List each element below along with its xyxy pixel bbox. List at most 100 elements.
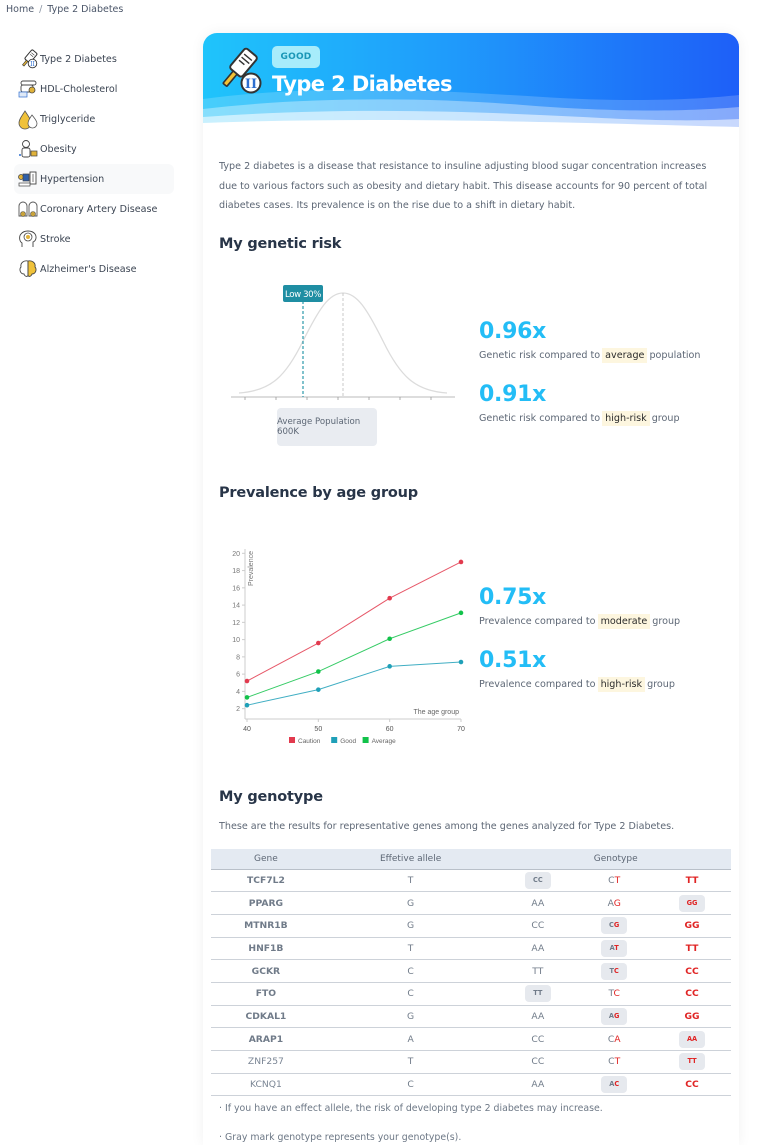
stat-highlight: average <box>602 348 648 363</box>
table-row: ARAP1 A CC CA AA <box>211 1027 731 1051</box>
genotype-heading: My genotype <box>219 789 323 805</box>
glucose-meter-icon: II <box>16 48 39 70</box>
x-tick-label: 60 <box>386 726 394 733</box>
genotype-cell: AC <box>575 1073 654 1097</box>
sidebar-item-hdl-cholesterol[interactable]: HDL-Cholesterol <box>14 74 174 104</box>
stat-value: 0.51x <box>479 648 546 673</box>
my-genotype-mark: CC <box>524 871 551 889</box>
sidebar-item-hypertension[interactable]: Hypertension <box>14 164 174 194</box>
average-population-label: Average Population 600K <box>277 408 377 446</box>
data-point-good <box>316 687 321 692</box>
stat-highlight: high-risk <box>597 677 646 692</box>
genotype-value: GG <box>684 1010 700 1022</box>
table-row: FTO C TT TC CC <box>211 982 731 1006</box>
stat-value: 0.96x <box>479 319 546 344</box>
heart-vessels-icon <box>16 198 39 220</box>
svg-text:II: II <box>30 61 35 68</box>
blood-pressure-icon <box>16 168 39 190</box>
effect-allele: G <box>320 914 501 938</box>
sidebar-item-label: HDL-Cholesterol <box>40 83 118 95</box>
x-tick-label: 40 <box>243 726 251 733</box>
genotype-cell: TT <box>500 959 576 983</box>
stat-text: group <box>647 679 675 690</box>
my-genotype-mark: TT <box>679 1053 706 1071</box>
genotype-cell: CG <box>575 914 654 938</box>
status-badge: GOOD <box>272 46 320 68</box>
genotype-value: CT <box>608 1056 621 1068</box>
y-tick-label: 14 <box>232 603 240 610</box>
breadcrumb-separator: / <box>39 4 43 15</box>
genotype-cell: CC <box>500 1050 576 1074</box>
y-tick-label: 4 <box>236 689 240 696</box>
genotype-cell: TT <box>500 982 576 1006</box>
effect-allele: T <box>320 869 501 893</box>
stat-text: population <box>649 350 701 361</box>
genotype-value: AA <box>531 1010 545 1022</box>
data-point-average <box>244 695 250 700</box>
genotype-cell: CC <box>653 982 731 1006</box>
genotype-table: Gene Effetive allele Genotype TCF7L2 T CC C… <box>211 849 731 1097</box>
page-title: Type 2 Diabetes <box>272 72 452 96</box>
genotype-cell: TT <box>653 937 731 961</box>
genotype-value: CC <box>531 1033 545 1045</box>
prevalence-stat-moderate: 0.75x Prevalence compared to moderate grou… <box>479 585 681 629</box>
table-row: MTNR1B G CC CG GG <box>211 914 731 938</box>
table-row: CDKAL1 G AA AG GG <box>211 1005 731 1029</box>
data-point-caution <box>387 595 392 601</box>
footnote-effect-allele: · If you have an effect allele, the risk… <box>219 1103 603 1114</box>
genotype-cell: CC <box>500 1027 576 1051</box>
gene-name: KCNQ1 <box>211 1073 321 1097</box>
y-tick-label: 16 <box>232 585 240 592</box>
disease-detail-card: II GOOD Type 2 Diabetes Type 2 diabetes … <box>203 33 739 1145</box>
effect-allele: G <box>320 891 501 915</box>
my-genotype-mark: TC <box>601 962 628 980</box>
sidebar-item-label: Triglyceride <box>40 113 96 125</box>
stat-value: 0.75x <box>479 585 546 610</box>
gene-name: HNF1B <box>211 937 321 961</box>
scale-person-icon <box>16 138 39 160</box>
genotype-value: GG <box>684 920 700 932</box>
sidebar-item-label: Coronary Artery Disease <box>40 203 158 215</box>
genotype-intro: These are the results for representative… <box>219 821 675 832</box>
gene-name: MTNR1B <box>211 914 321 938</box>
table-header-row: Gene Effetive allele Genotype <box>211 849 731 870</box>
data-point-average <box>316 669 321 674</box>
y-axis-label: Prevalence <box>248 551 255 586</box>
genotype-cell: GG <box>653 891 731 915</box>
genotype-cell: AA <box>500 937 576 961</box>
y-tick-label: 2 <box>236 706 240 713</box>
genetic-risk-stat-high-risk: 0.91x Genetic risk compared to high-risk g… <box>479 382 680 426</box>
column-header-gene: Gene <box>211 849 321 870</box>
sidebar-item-label: Stroke <box>40 233 71 245</box>
table-row: PPARG G AA AG GG <box>211 891 731 915</box>
prevalence-heading: Prevalence by age group <box>219 485 418 501</box>
genotype-cell: CC <box>653 959 731 983</box>
breadcrumb-home[interactable]: Home <box>6 4 34 15</box>
data-point-caution <box>458 559 464 565</box>
sidebar: II Type 2 Diabetes HDL-Cholesterol Trigl… <box>14 44 174 284</box>
my-genotype-mark: TT <box>524 985 551 1003</box>
stat-text: group <box>652 616 681 627</box>
sidebar-item-alzheimers-disease[interactable]: Alzheimer's Disease <box>14 254 174 284</box>
x-tick-label: 70 <box>457 726 465 733</box>
hero-banner: II GOOD Type 2 Diabetes <box>203 33 739 131</box>
sidebar-item-coronary-artery-disease[interactable]: Coronary Artery Disease <box>14 194 174 224</box>
sidebar-item-stroke[interactable]: Stroke <box>14 224 174 254</box>
x-axis-label: The age group <box>413 709 459 716</box>
genotype-value: CA <box>607 1033 621 1045</box>
genotype-cell: GG <box>653 1005 731 1029</box>
sidebar-item-type-2-diabetes[interactable]: II Type 2 Diabetes <box>14 44 174 74</box>
table-row: KCNQ1 C AA AC CC <box>211 1073 731 1097</box>
breadcrumb: Home / Type 2 Diabetes <box>6 4 123 15</box>
sidebar-item-triglyceride[interactable]: Triglyceride <box>14 104 174 134</box>
genotype-cell: TT <box>653 869 731 893</box>
genotype-value: TT <box>685 874 699 886</box>
my-genotype-mark: AA <box>679 1030 706 1048</box>
breadcrumb-current: Type 2 Diabetes <box>47 4 124 15</box>
sidebar-item-obesity[interactable]: Obesity <box>14 134 174 164</box>
data-point-caution <box>244 678 250 684</box>
stat-text: Genetic risk compared to <box>479 413 601 424</box>
gene-name: PPARG <box>211 891 321 915</box>
gene-name: TCF7L2 <box>211 869 321 893</box>
y-tick-label: 6 <box>236 672 240 679</box>
